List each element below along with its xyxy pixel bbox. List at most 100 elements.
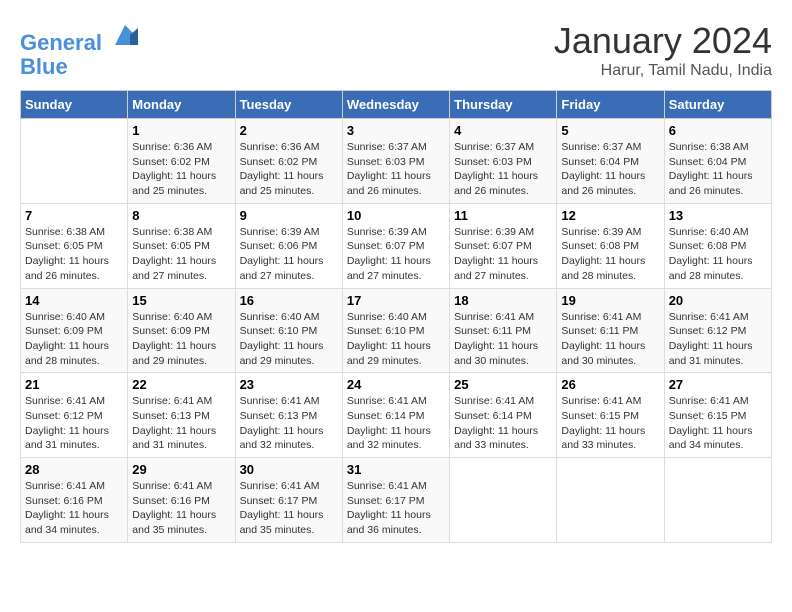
page-header: General Blue January 2024 Harur, Tamil N… (20, 20, 772, 80)
day-number: 24 (347, 377, 445, 392)
calendar-week-2: 14 Sunrise: 6:40 AM Sunset: 6:09 PM Dayli… (21, 288, 772, 373)
calendar-cell: 14 Sunrise: 6:40 AM Sunset: 6:09 PM Dayli… (21, 288, 128, 373)
calendar-header-row: SundayMondayTuesdayWednesdayThursdayFrid… (21, 91, 772, 119)
day-detail: Sunrise: 6:41 AM Sunset: 6:12 PM Dayligh… (669, 310, 767, 369)
day-number: 31 (347, 462, 445, 477)
day-detail: Sunrise: 6:37 AM Sunset: 6:03 PM Dayligh… (347, 140, 445, 199)
day-number: 9 (240, 208, 338, 223)
logo-general: General (20, 30, 102, 55)
day-detail: Sunrise: 6:40 AM Sunset: 6:08 PM Dayligh… (669, 225, 767, 284)
day-number: 21 (25, 377, 123, 392)
day-detail: Sunrise: 6:41 AM Sunset: 6:13 PM Dayligh… (240, 394, 338, 453)
calendar-cell: 21 Sunrise: 6:41 AM Sunset: 6:12 PM Dayli… (21, 373, 128, 458)
calendar-cell: 6Sunrise: 6:38 AM Sunset: 6:04 PM Daylig… (664, 119, 771, 204)
day-detail: Sunrise: 6:41 AM Sunset: 6:16 PM Dayligh… (25, 479, 123, 538)
day-detail: Sunrise: 6:41 AM Sunset: 6:11 PM Dayligh… (561, 310, 659, 369)
day-detail: Sunrise: 6:41 AM Sunset: 6:14 PM Dayligh… (454, 394, 552, 453)
calendar-cell (21, 119, 128, 204)
day-number: 1 (132, 123, 230, 138)
calendar-cell: 8 Sunrise: 6:38 AM Sunset: 6:05 PM Daylig… (128, 203, 235, 288)
day-number: 26 (561, 377, 659, 392)
calendar-cell: 3 Sunrise: 6:37 AM Sunset: 6:03 PM Daylig… (342, 119, 449, 204)
day-detail: Sunrise: 6:41 AM Sunset: 6:12 PM Dayligh… (25, 394, 123, 453)
calendar-week-4: 28 Sunrise: 6:41 AM Sunset: 6:16 PM Dayli… (21, 458, 772, 543)
day-detail: Sunrise: 6:38 AM Sunset: 6:05 PM Dayligh… (25, 225, 123, 284)
calendar-cell: 7 Sunrise: 6:38 AM Sunset: 6:05 PM Daylig… (21, 203, 128, 288)
day-detail: Sunrise: 6:40 AM Sunset: 6:10 PM Dayligh… (240, 310, 338, 369)
day-number: 7 (25, 208, 123, 223)
calendar-cell: 1Sunrise: 6:36 AM Sunset: 6:02 PM Daylig… (128, 119, 235, 204)
calendar-cell: 5 Sunrise: 6:37 AM Sunset: 6:04 PM Daylig… (557, 119, 664, 204)
day-detail: Sunrise: 6:38 AM Sunset: 6:05 PM Dayligh… (132, 225, 230, 284)
calendar-week-1: 7 Sunrise: 6:38 AM Sunset: 6:05 PM Daylig… (21, 203, 772, 288)
day-number: 27 (669, 377, 767, 392)
col-header-tuesday: Tuesday (235, 91, 342, 119)
day-detail: Sunrise: 6:38 AM Sunset: 6:04 PM Dayligh… (669, 140, 767, 199)
day-detail: Sunrise: 6:39 AM Sunset: 6:07 PM Dayligh… (454, 225, 552, 284)
calendar-table: SundayMondayTuesdayWednesdayThursdayFrid… (20, 90, 772, 543)
col-header-saturday: Saturday (664, 91, 771, 119)
day-detail: Sunrise: 6:40 AM Sunset: 6:10 PM Dayligh… (347, 310, 445, 369)
day-number: 23 (240, 377, 338, 392)
day-number: 30 (240, 462, 338, 477)
day-detail: Sunrise: 6:41 AM Sunset: 6:17 PM Dayligh… (347, 479, 445, 538)
calendar-cell (557, 458, 664, 543)
day-detail: Sunrise: 6:37 AM Sunset: 6:03 PM Dayligh… (454, 140, 552, 199)
calendar-cell: 18Sunrise: 6:41 AM Sunset: 6:11 PM Dayli… (450, 288, 557, 373)
logo: General Blue (20, 20, 140, 79)
calendar-cell: 24 Sunrise: 6:41 AM Sunset: 6:14 PM Dayli… (342, 373, 449, 458)
day-number: 15 (132, 293, 230, 308)
calendar-cell: 27 Sunrise: 6:41 AM Sunset: 6:15 PM Dayli… (664, 373, 771, 458)
col-header-wednesday: Wednesday (342, 91, 449, 119)
calendar-cell: 29Sunrise: 6:41 AM Sunset: 6:16 PM Dayli… (128, 458, 235, 543)
day-number: 13 (669, 208, 767, 223)
calendar-cell: 16 Sunrise: 6:40 AM Sunset: 6:10 PM Dayli… (235, 288, 342, 373)
day-detail: Sunrise: 6:40 AM Sunset: 6:09 PM Dayligh… (132, 310, 230, 369)
day-number: 16 (240, 293, 338, 308)
calendar-cell (664, 458, 771, 543)
day-detail: Sunrise: 6:41 AM Sunset: 6:13 PM Dayligh… (132, 394, 230, 453)
day-number: 18 (454, 293, 552, 308)
day-number: 3 (347, 123, 445, 138)
logo-blue: Blue (20, 55, 140, 79)
day-number: 19 (561, 293, 659, 308)
title-block: January 2024 Harur, Tamil Nadu, India (554, 20, 772, 80)
day-number: 14 (25, 293, 123, 308)
calendar-cell: 30 Sunrise: 6:41 AM Sunset: 6:17 PM Dayli… (235, 458, 342, 543)
day-number: 12 (561, 208, 659, 223)
day-detail: Sunrise: 6:39 AM Sunset: 6:06 PM Dayligh… (240, 225, 338, 284)
day-number: 10 (347, 208, 445, 223)
logo-icon (110, 20, 140, 50)
day-detail: Sunrise: 6:37 AM Sunset: 6:04 PM Dayligh… (561, 140, 659, 199)
calendar-cell: 25Sunrise: 6:41 AM Sunset: 6:14 PM Dayli… (450, 373, 557, 458)
calendar-cell: 20Sunrise: 6:41 AM Sunset: 6:12 PM Dayli… (664, 288, 771, 373)
calendar-cell: 28 Sunrise: 6:41 AM Sunset: 6:16 PM Dayli… (21, 458, 128, 543)
day-detail: Sunrise: 6:41 AM Sunset: 6:16 PM Dayligh… (132, 479, 230, 538)
day-detail: Sunrise: 6:39 AM Sunset: 6:07 PM Dayligh… (347, 225, 445, 284)
day-number: 28 (25, 462, 123, 477)
calendar-cell: 13 Sunrise: 6:40 AM Sunset: 6:08 PM Dayli… (664, 203, 771, 288)
day-number: 5 (561, 123, 659, 138)
day-number: 4 (454, 123, 552, 138)
calendar-cell: 9 Sunrise: 6:39 AM Sunset: 6:06 PM Daylig… (235, 203, 342, 288)
day-number: 8 (132, 208, 230, 223)
calendar-cell: 17Sunrise: 6:40 AM Sunset: 6:10 PM Dayli… (342, 288, 449, 373)
day-detail: Sunrise: 6:40 AM Sunset: 6:09 PM Dayligh… (25, 310, 123, 369)
location: Harur, Tamil Nadu, India (554, 62, 772, 80)
calendar-week-3: 21 Sunrise: 6:41 AM Sunset: 6:12 PM Dayli… (21, 373, 772, 458)
calendar-cell: 22 Sunrise: 6:41 AM Sunset: 6:13 PM Dayli… (128, 373, 235, 458)
calendar-cell: 15 Sunrise: 6:40 AM Sunset: 6:09 PM Dayli… (128, 288, 235, 373)
day-detail: Sunrise: 6:41 AM Sunset: 6:17 PM Dayligh… (240, 479, 338, 538)
col-header-friday: Friday (557, 91, 664, 119)
day-detail: Sunrise: 6:39 AM Sunset: 6:08 PM Dayligh… (561, 225, 659, 284)
day-detail: Sunrise: 6:41 AM Sunset: 6:14 PM Dayligh… (347, 394, 445, 453)
calendar-cell: 23 Sunrise: 6:41 AM Sunset: 6:13 PM Dayli… (235, 373, 342, 458)
day-detail: Sunrise: 6:41 AM Sunset: 6:15 PM Dayligh… (669, 394, 767, 453)
calendar-cell: 11Sunrise: 6:39 AM Sunset: 6:07 PM Dayli… (450, 203, 557, 288)
calendar-cell: 19 Sunrise: 6:41 AM Sunset: 6:11 PM Dayli… (557, 288, 664, 373)
day-number: 22 (132, 377, 230, 392)
calendar-cell: 12 Sunrise: 6:39 AM Sunset: 6:08 PM Dayli… (557, 203, 664, 288)
col-header-sunday: Sunday (21, 91, 128, 119)
calendar-cell: 2Sunrise: 6:36 AM Sunset: 6:02 PM Daylig… (235, 119, 342, 204)
day-number: 2 (240, 123, 338, 138)
